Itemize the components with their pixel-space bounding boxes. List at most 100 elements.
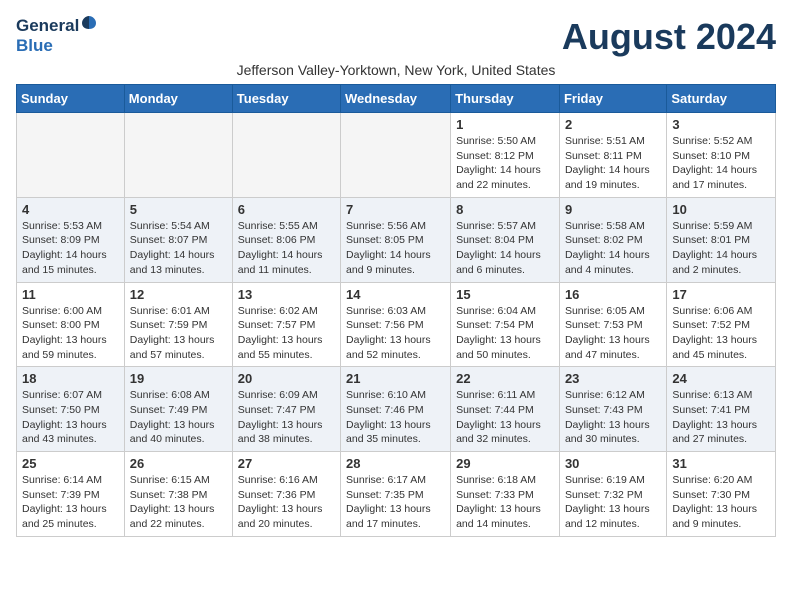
month-title: August 2024	[562, 16, 776, 58]
day-info-line: and 4 minutes.	[565, 263, 661, 278]
day-info-line: and 17 minutes.	[672, 178, 770, 193]
day-info-line: Daylight: 13 hours	[456, 418, 554, 433]
day-info-line: Sunrise: 5:50 AM	[456, 134, 554, 149]
day-info-line: Sunset: 8:07 PM	[130, 233, 227, 248]
day-number: 12	[130, 287, 227, 302]
calendar-cell: 15Sunrise: 6:04 AMSunset: 7:54 PMDayligh…	[451, 282, 560, 367]
day-info-line: Sunset: 7:38 PM	[130, 488, 227, 503]
day-info-line: Daylight: 13 hours	[672, 418, 770, 433]
day-info-line: Sunset: 8:00 PM	[22, 318, 119, 333]
calendar-cell: 9Sunrise: 5:58 AMSunset: 8:02 PMDaylight…	[559, 197, 666, 282]
day-info-line: Sunset: 8:01 PM	[672, 233, 770, 248]
day-info-line: Sunrise: 6:17 AM	[346, 473, 445, 488]
day-info-line: Sunrise: 6:06 AM	[672, 304, 770, 319]
day-info-line: Daylight: 13 hours	[238, 333, 335, 348]
day-info: Sunrise: 5:58 AMSunset: 8:02 PMDaylight:…	[565, 219, 661, 278]
day-info-line: Sunset: 7:44 PM	[456, 403, 554, 418]
day-info: Sunrise: 6:10 AMSunset: 7:46 PMDaylight:…	[346, 388, 445, 447]
day-number: 16	[565, 287, 661, 302]
calendar-cell: 25Sunrise: 6:14 AMSunset: 7:39 PMDayligh…	[17, 452, 125, 537]
day-info: Sunrise: 5:50 AMSunset: 8:12 PMDaylight:…	[456, 134, 554, 193]
day-info-line: Sunrise: 6:10 AM	[346, 388, 445, 403]
logo-bird-icon	[80, 14, 98, 36]
day-number: 30	[565, 456, 661, 471]
day-info-line: Daylight: 13 hours	[672, 502, 770, 517]
weekday-header-friday: Friday	[559, 85, 666, 113]
day-info-line: Sunset: 7:30 PM	[672, 488, 770, 503]
calendar-cell: 24Sunrise: 6:13 AMSunset: 7:41 PMDayligh…	[667, 367, 776, 452]
day-info-line: Sunrise: 6:11 AM	[456, 388, 554, 403]
day-info-line: Sunset: 8:02 PM	[565, 233, 661, 248]
day-info-line: and 30 minutes.	[565, 432, 661, 447]
day-info-line: Sunset: 7:50 PM	[22, 403, 119, 418]
day-info: Sunrise: 6:03 AMSunset: 7:56 PMDaylight:…	[346, 304, 445, 363]
calendar-cell: 21Sunrise: 6:10 AMSunset: 7:46 PMDayligh…	[341, 367, 451, 452]
day-info-line: and 55 minutes.	[238, 348, 335, 363]
day-info-line: and 11 minutes.	[238, 263, 335, 278]
day-info-line: Sunrise: 6:01 AM	[130, 304, 227, 319]
day-number: 27	[238, 456, 335, 471]
day-info-line: Daylight: 13 hours	[130, 418, 227, 433]
day-info: Sunrise: 6:09 AMSunset: 7:47 PMDaylight:…	[238, 388, 335, 447]
day-info-line: and 17 minutes.	[346, 517, 445, 532]
day-info: Sunrise: 6:14 AMSunset: 7:39 PMDaylight:…	[22, 473, 119, 532]
day-info-line: Sunrise: 5:57 AM	[456, 219, 554, 234]
day-number: 28	[346, 456, 445, 471]
day-info-line: and 19 minutes.	[565, 178, 661, 193]
day-info: Sunrise: 6:00 AMSunset: 8:00 PMDaylight:…	[22, 304, 119, 363]
day-info: Sunrise: 5:56 AMSunset: 8:05 PMDaylight:…	[346, 219, 445, 278]
weekday-header-sunday: Sunday	[17, 85, 125, 113]
day-info-line: Sunrise: 5:51 AM	[565, 134, 661, 149]
day-info-line: Sunrise: 6:00 AM	[22, 304, 119, 319]
day-info-line: Sunset: 7:36 PM	[238, 488, 335, 503]
day-info-line: and 43 minutes.	[22, 432, 119, 447]
day-number: 6	[238, 202, 335, 217]
day-info-line: Sunset: 7:32 PM	[565, 488, 661, 503]
day-number: 11	[22, 287, 119, 302]
day-info-line: and 25 minutes.	[22, 517, 119, 532]
day-info-line: Daylight: 13 hours	[456, 333, 554, 348]
day-info-line: Daylight: 13 hours	[565, 418, 661, 433]
day-info: Sunrise: 6:16 AMSunset: 7:36 PMDaylight:…	[238, 473, 335, 532]
day-number: 13	[238, 287, 335, 302]
day-info-line: Sunrise: 5:55 AM	[238, 219, 335, 234]
day-info-line: Sunrise: 6:19 AM	[565, 473, 661, 488]
day-info-line: Daylight: 13 hours	[130, 502, 227, 517]
day-info: Sunrise: 5:51 AMSunset: 8:11 PMDaylight:…	[565, 134, 661, 193]
calendar-cell: 5Sunrise: 5:54 AMSunset: 8:07 PMDaylight…	[124, 197, 232, 282]
day-number: 2	[565, 117, 661, 132]
weekday-header-wednesday: Wednesday	[341, 85, 451, 113]
day-info: Sunrise: 6:13 AMSunset: 7:41 PMDaylight:…	[672, 388, 770, 447]
calendar-cell	[124, 113, 232, 198]
week-row-4: 18Sunrise: 6:07 AMSunset: 7:50 PMDayligh…	[17, 367, 776, 452]
day-number: 20	[238, 371, 335, 386]
day-info-line: Sunrise: 5:58 AM	[565, 219, 661, 234]
day-info: Sunrise: 5:54 AMSunset: 8:07 PMDaylight:…	[130, 219, 227, 278]
calendar-cell: 26Sunrise: 6:15 AMSunset: 7:38 PMDayligh…	[124, 452, 232, 537]
day-info-line: Daylight: 14 hours	[672, 248, 770, 263]
day-info-line: Daylight: 14 hours	[22, 248, 119, 263]
day-info: Sunrise: 6:11 AMSunset: 7:44 PMDaylight:…	[456, 388, 554, 447]
calendar-cell	[17, 113, 125, 198]
day-info: Sunrise: 6:20 AMSunset: 7:30 PMDaylight:…	[672, 473, 770, 532]
week-row-2: 4Sunrise: 5:53 AMSunset: 8:09 PMDaylight…	[17, 197, 776, 282]
day-info-line: Sunset: 8:10 PM	[672, 149, 770, 164]
calendar-cell: 20 Sunrise: 6:09 AMSunset: 7:47 PMDayligh…	[232, 367, 340, 452]
calendar-cell: 4Sunrise: 5:53 AMSunset: 8:09 PMDaylight…	[17, 197, 125, 282]
day-info-line: Daylight: 13 hours	[22, 502, 119, 517]
day-info-line: Sunrise: 6:04 AM	[456, 304, 554, 319]
day-number: 29	[456, 456, 554, 471]
day-number: 31	[672, 456, 770, 471]
day-info: Sunrise: 6:12 AMSunset: 7:43 PMDaylight:…	[565, 388, 661, 447]
day-info-line: Sunset: 7:35 PM	[346, 488, 445, 503]
day-number: 4	[22, 202, 119, 217]
day-number: 26	[130, 456, 227, 471]
day-info-line: Sunset: 7:52 PM	[672, 318, 770, 333]
day-info-line: and 50 minutes.	[456, 348, 554, 363]
day-info-line: Sunset: 7:41 PM	[672, 403, 770, 418]
day-info-line: and 13 minutes.	[130, 263, 227, 278]
day-info-line: Sunrise: 6:03 AM	[346, 304, 445, 319]
day-info-line: Sunset: 8:05 PM	[346, 233, 445, 248]
day-info-line: Daylight: 13 hours	[238, 502, 335, 517]
calendar-cell	[232, 113, 340, 198]
